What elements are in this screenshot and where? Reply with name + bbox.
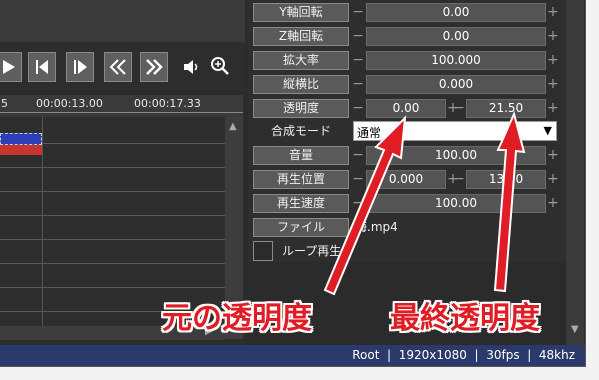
arrow-right	[493, 110, 526, 293]
annotation-original-opacity: 元の透明度	[162, 301, 312, 336]
annotation-final-opacity: 最終透明度	[390, 301, 540, 336]
arrow-left	[323, 115, 407, 296]
